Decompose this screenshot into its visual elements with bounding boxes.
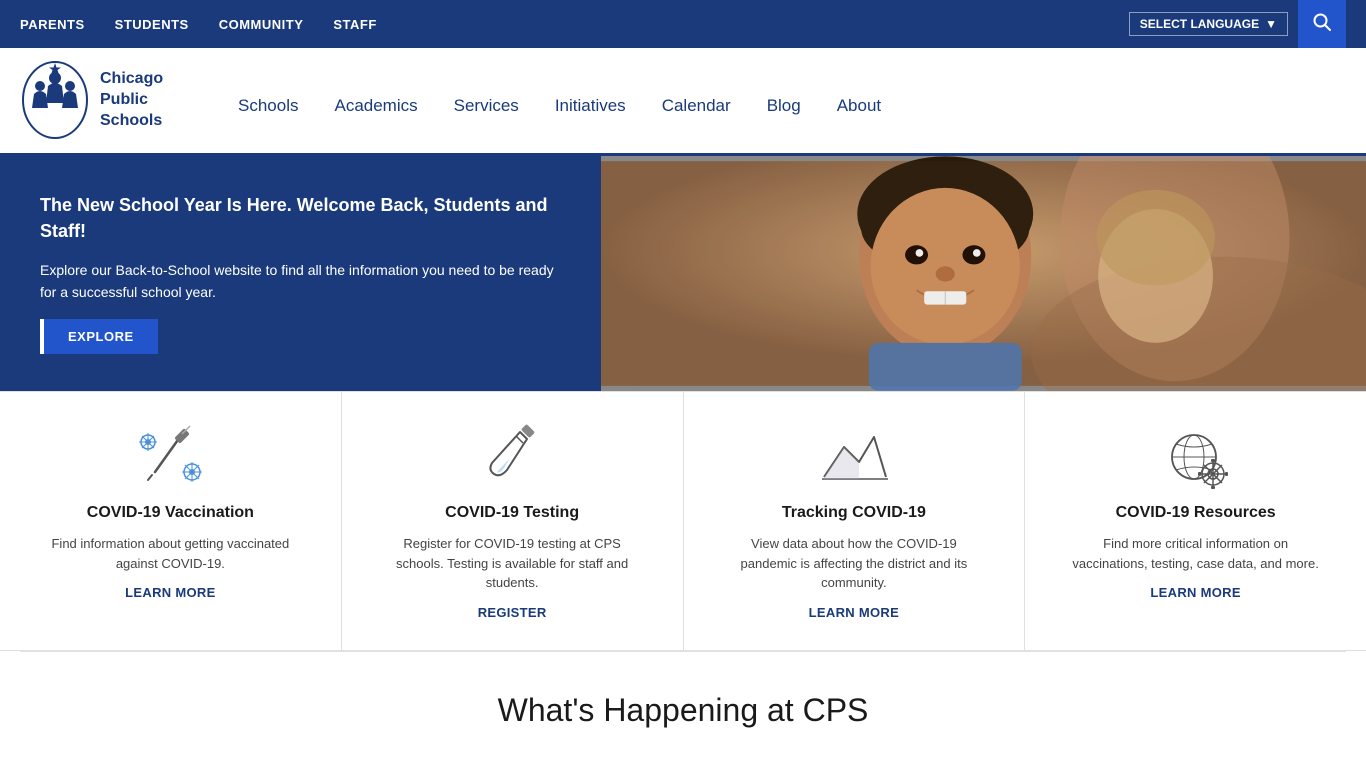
search-button[interactable] (1298, 0, 1346, 48)
top-nav: PARENTS STUDENTS COMMUNITY STAFF (20, 17, 377, 32)
vaccination-icon (130, 422, 210, 492)
top-right-controls: SELECT LANGUAGE ▼ (1129, 0, 1346, 48)
top-bar: PARENTS STUDENTS COMMUNITY STAFF SELECT … (0, 0, 1366, 48)
card-vaccination: COVID-19 Vaccination Find information ab… (0, 392, 342, 650)
testing-icon (472, 422, 552, 492)
hero-section: The New School Year Is Here. Welcome Bac… (0, 156, 1366, 391)
card-vaccination-desc: Find information about getting vaccinate… (40, 534, 300, 573)
hero-headline: The New School Year Is Here. Welcome Bac… (40, 193, 561, 243)
card-tracking-desc: View data about how the COVID-19 pandemi… (724, 534, 984, 593)
logo-area[interactable]: Chicago Public Schools (0, 48, 200, 153)
card-resources-desc: Find more critical information on vaccin… (1066, 534, 1326, 573)
tracking-icon (814, 422, 894, 492)
bottom-section: What's Happening at CPS (0, 652, 1366, 749)
nav-staff[interactable]: STAFF (333, 17, 376, 32)
bottom-heading: What's Happening at CPS (20, 692, 1346, 729)
hero-text-panel: The New School Year Is Here. Welcome Bac… (0, 156, 601, 391)
resources-icon (1156, 422, 1236, 492)
card-tracking-title: Tracking COVID-19 (782, 504, 926, 522)
card-testing-link[interactable]: REGISTER (478, 605, 547, 620)
card-vaccination-link[interactable]: LEARN MORE (125, 585, 215, 600)
card-testing-title: COVID-19 Testing (445, 504, 579, 522)
card-testing-desc: Register for COVID-19 testing at CPS sch… (382, 534, 642, 593)
card-testing: COVID-19 Testing Register for COVID-19 t… (342, 392, 684, 650)
nav-about[interactable]: About (819, 86, 899, 126)
card-resources-title: COVID-19 Resources (1116, 504, 1276, 522)
card-vaccination-title: COVID-19 Vaccination (87, 504, 254, 522)
card-tracking-link[interactable]: LEARN MORE (809, 605, 899, 620)
card-tracking: Tracking COVID-19 View data about how th… (684, 392, 1026, 650)
nav-schools[interactable]: Schools (220, 86, 316, 126)
card-resources-link[interactable]: LEARN MORE (1150, 585, 1240, 600)
language-selector[interactable]: SELECT LANGUAGE ▼ (1129, 12, 1288, 36)
nav-services[interactable]: Services (436, 86, 537, 126)
logo-text: Chicago Public Schools (100, 69, 163, 131)
language-label: SELECT LANGUAGE (1140, 17, 1259, 31)
nav-students[interactable]: STUDENTS (115, 17, 189, 32)
cards-section: COVID-19 Vaccination Find information ab… (0, 391, 1366, 651)
hero-photo (601, 156, 1366, 391)
main-nav: Schools Academics Services Initiatives C… (200, 76, 899, 126)
cps-logo-icon (20, 58, 90, 143)
explore-button[interactable]: EXPLORE (40, 319, 158, 354)
nav-initiatives[interactable]: Initiatives (537, 86, 644, 126)
nav-academics[interactable]: Academics (316, 86, 435, 126)
nav-parents[interactable]: PARENTS (20, 17, 85, 32)
nav-calendar[interactable]: Calendar (644, 86, 749, 126)
search-icon (1312, 12, 1332, 37)
hero-image (601, 156, 1366, 391)
nav-blog[interactable]: Blog (749, 86, 819, 126)
chevron-down-icon: ▼ (1265, 17, 1277, 31)
hero-body: Explore our Back-to-School website to fi… (40, 259, 561, 304)
header: Chicago Public Schools Schools Academics… (0, 48, 1366, 156)
nav-community[interactable]: COMMUNITY (219, 17, 304, 32)
card-resources: COVID-19 Resources Find more critical in… (1025, 392, 1366, 650)
